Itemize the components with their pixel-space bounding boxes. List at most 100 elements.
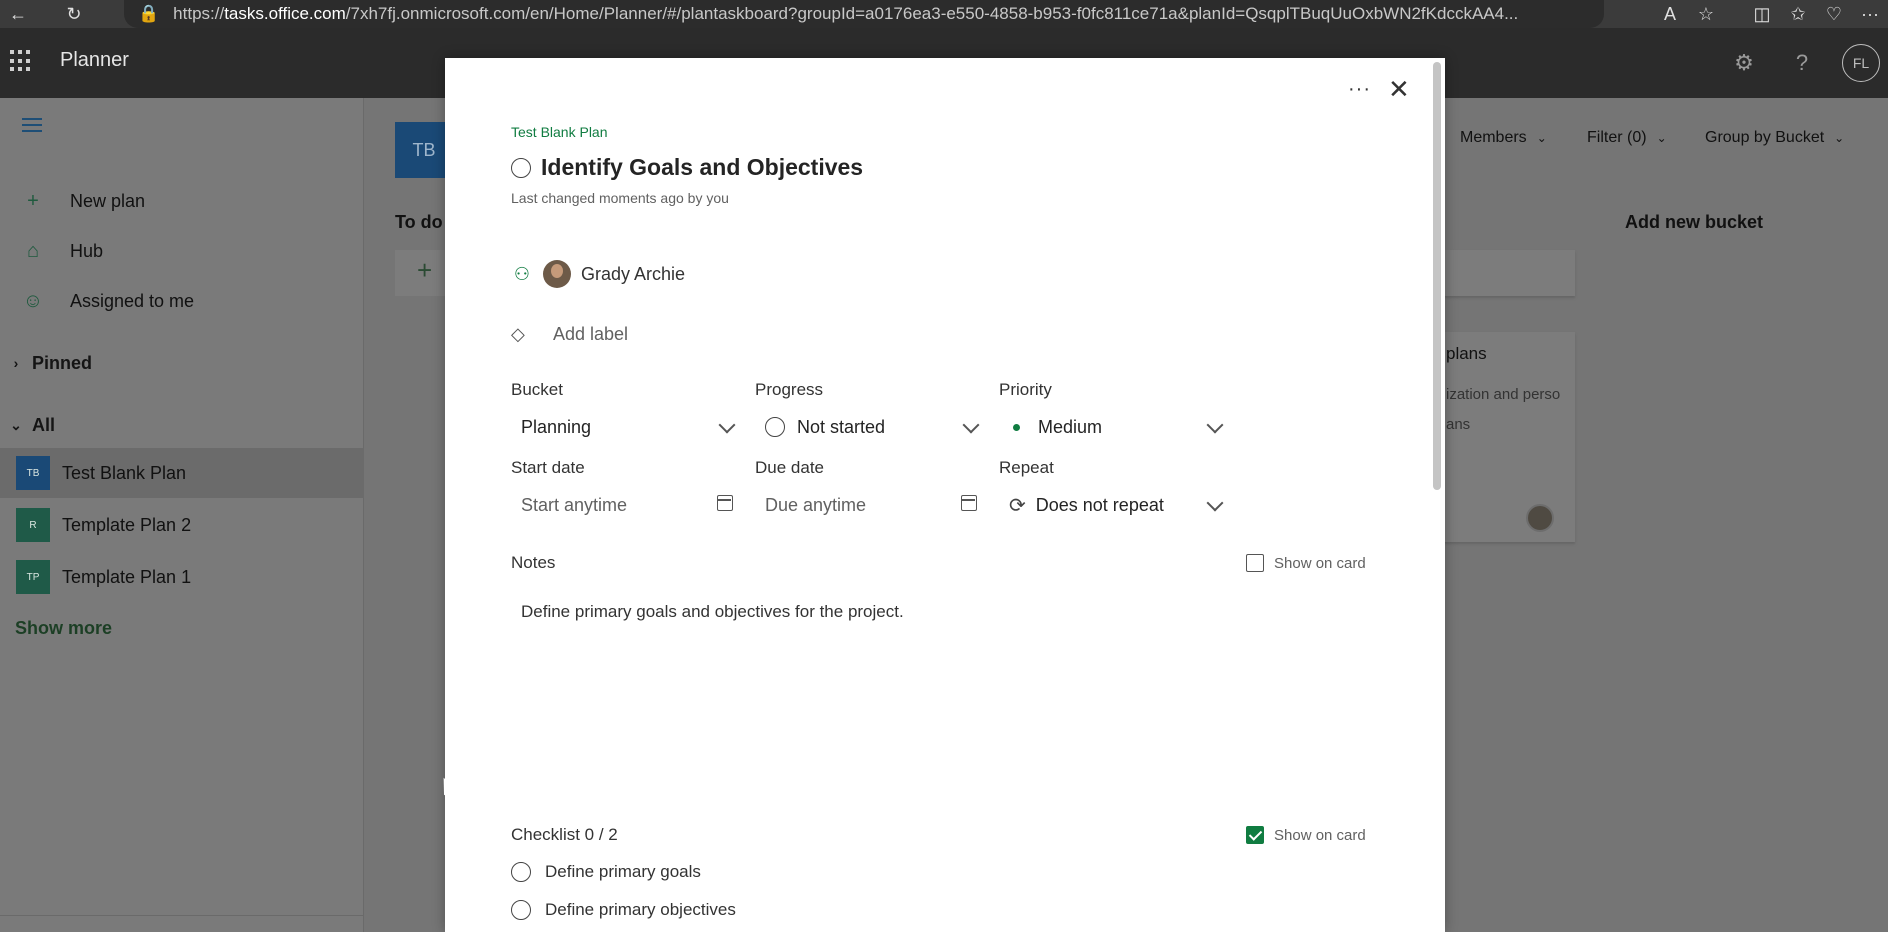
checklist-label: Checklist 0 / 2 bbox=[511, 825, 618, 844]
task-title-row: Identify Goals and Objectives bbox=[511, 154, 863, 181]
left-navigation: + New plan ⌂ Hub ☺ Assigned to me › Pinn… bbox=[0, 98, 364, 932]
nav-hub[interactable]: ⌂ Hub bbox=[22, 236, 103, 266]
hamburger-menu-icon[interactable] bbox=[22, 118, 42, 132]
app-launcher-icon[interactable] bbox=[10, 50, 32, 72]
checklist-show-on-card-toggle[interactable]: Show on card bbox=[1246, 826, 1366, 844]
browser-menu-icon[interactable]: ··· bbox=[1852, 0, 1888, 28]
start-date-placeholder: Start anytime bbox=[521, 494, 628, 515]
url-prefix: https:// bbox=[173, 4, 225, 23]
dialog-scrollbar[interactable] bbox=[1433, 62, 1441, 490]
due-date-placeholder: Due anytime bbox=[765, 494, 867, 515]
last-changed-text: Last changed moments ago by you bbox=[511, 190, 729, 206]
notes-textarea[interactable]: Define primary goals and objectives for … bbox=[521, 602, 904, 622]
filter-dropdown[interactable]: Filter (0) ⌄ bbox=[1587, 124, 1667, 152]
checklist-show-on-card-checkbox[interactable] bbox=[1246, 826, 1264, 844]
more-options-icon[interactable]: ··· bbox=[1348, 78, 1371, 101]
repeat-dropdown[interactable]: ⟳ Does not repeat bbox=[1009, 489, 1224, 521]
close-icon[interactable]: ✕ bbox=[1388, 76, 1410, 102]
nav-assigned-to-me[interactable]: ☺ Assigned to me bbox=[22, 286, 194, 316]
pinned-section-toggle[interactable]: › Pinned bbox=[0, 348, 92, 378]
notes-show-on-card-toggle[interactable]: Show on card bbox=[1246, 554, 1366, 572]
all-section-toggle[interactable]: ⌄ All bbox=[0, 410, 55, 440]
priority-value: Medium bbox=[1038, 416, 1103, 437]
refresh-icon[interactable]: ↻ bbox=[56, 0, 92, 28]
favorites-icon[interactable]: ✩ bbox=[1780, 0, 1816, 28]
assignees-row: ⚇ Grady Archie bbox=[511, 260, 685, 288]
user-avatar[interactable]: FL bbox=[1842, 44, 1880, 82]
task-card-notes-line: ization and perso bbox=[1446, 386, 1561, 403]
browser-toolbar: ← ↻ 🔒 https://tasks.office.com/7xh7fj.on… bbox=[0, 0, 1888, 28]
not-started-icon bbox=[765, 417, 785, 437]
home-icon: ⌂ bbox=[26, 239, 40, 262]
checklist-item[interactable]: Define primary goals bbox=[511, 862, 701, 882]
assignee-avatar[interactable] bbox=[543, 260, 571, 288]
bucket-title-to-do: To do bbox=[395, 212, 443, 232]
bucket-label: Bucket bbox=[511, 380, 563, 399]
help-icon[interactable]: ? bbox=[1784, 45, 1820, 81]
browser-essentials-icon[interactable]: ♡ bbox=[1816, 0, 1852, 28]
pinned-section-label: Pinned bbox=[32, 352, 93, 373]
read-aloud-icon[interactable]: A bbox=[1652, 0, 1688, 28]
show-more-link[interactable]: Show more bbox=[15, 618, 112, 639]
task-card-assignee-avatar bbox=[1526, 504, 1554, 532]
nav-new-plan[interactable]: + New plan bbox=[22, 186, 145, 216]
nav-assigned-label: Assigned to me bbox=[70, 290, 195, 311]
task-card-title: plans bbox=[1446, 344, 1487, 363]
task-card-notes-line: ans bbox=[1446, 416, 1471, 433]
plus-icon: + bbox=[27, 189, 39, 212]
assign-person-icon[interactable]: ⚇ bbox=[511, 263, 533, 285]
chevron-down-icon bbox=[1206, 494, 1224, 512]
tag-icon: ◇ bbox=[511, 324, 525, 344]
bucket-dropdown[interactable]: Planning bbox=[521, 411, 736, 443]
checklist-item-text[interactable]: Define primary objectives bbox=[545, 900, 736, 920]
plan-item-test-blank-plan[interactable]: TB Test Blank Plan bbox=[0, 448, 364, 498]
address-bar[interactable]: 🔒 https://tasks.office.com/7xh7fj.onmicr… bbox=[124, 0, 1604, 28]
back-icon[interactable]: ← bbox=[0, 0, 36, 28]
chevron-down-icon bbox=[718, 416, 736, 434]
checklist-item[interactable]: Define primary objectives bbox=[511, 900, 736, 920]
app-title[interactable]: Planner bbox=[60, 49, 129, 72]
add-label-button[interactable]: ◇ Add label bbox=[511, 324, 628, 345]
task-card-notes: ization and perso ans bbox=[1446, 380, 1574, 440]
add-new-bucket-button[interactable]: Add new bucket bbox=[1625, 212, 1763, 233]
add-task-bar bbox=[1444, 250, 1575, 296]
calendar-icon[interactable] bbox=[717, 495, 733, 511]
chevron-down-icon bbox=[1206, 416, 1224, 434]
bucket-value: Planning bbox=[521, 416, 592, 437]
due-date-field[interactable]: Due anytime bbox=[765, 489, 977, 521]
complete-task-checkbox[interactable] bbox=[511, 157, 531, 178]
plan-item-template-plan-2[interactable]: R Template Plan 2 bbox=[0, 500, 364, 550]
priority-label: Priority bbox=[999, 380, 1052, 399]
person-icon: ☺ bbox=[22, 289, 44, 312]
task-title[interactable]: Identify Goals and Objectives bbox=[541, 154, 863, 181]
plan-name: Test Blank Plan bbox=[62, 462, 187, 483]
checklist-item-text[interactable]: Define primary goals bbox=[545, 862, 701, 882]
chevron-down-icon: ⌄ bbox=[1656, 131, 1667, 145]
assignee-name[interactable]: Grady Archie bbox=[581, 264, 685, 285]
group-by-dropdown[interactable]: Group by Bucket ⌄ bbox=[1705, 124, 1844, 152]
priority-dropdown[interactable]: Medium bbox=[1009, 411, 1224, 443]
favorite-star-icon[interactable]: ☆ bbox=[1688, 0, 1724, 28]
add-label-text: Add label bbox=[553, 324, 629, 344]
url-host: tasks.office.com bbox=[224, 4, 346, 23]
group-by-label: Group by Bucket bbox=[1705, 129, 1825, 146]
checklist-item-checkbox[interactable] bbox=[511, 862, 531, 882]
plan-item-template-plan-1[interactable]: TP Template Plan 1 bbox=[0, 552, 364, 602]
chevron-down-icon: ⌄ bbox=[1536, 131, 1547, 145]
checklist-item-checkbox[interactable] bbox=[511, 900, 531, 920]
calendar-icon[interactable] bbox=[961, 495, 977, 511]
chevron-down-icon: ⌄ bbox=[10, 416, 22, 433]
due-date-label: Due date bbox=[755, 458, 824, 477]
start-date-field[interactable]: Start anytime bbox=[521, 489, 733, 521]
split-screen-icon[interactable]: ◫ bbox=[1744, 0, 1780, 28]
progress-value: Not started bbox=[797, 416, 886, 437]
checklist-show-on-card-label: Show on card bbox=[1274, 826, 1366, 844]
chevron-down-icon bbox=[962, 416, 980, 434]
members-dropdown[interactable]: Members ⌄ bbox=[1460, 124, 1547, 152]
plan-tile: TP bbox=[16, 560, 50, 594]
progress-dropdown[interactable]: Not started bbox=[765, 411, 980, 443]
notes-show-on-card-checkbox[interactable] bbox=[1246, 554, 1264, 572]
task-details-dialog: ··· ✕ Test Blank Plan Identify Goals and… bbox=[445, 58, 1445, 932]
filter-label: Filter (0) bbox=[1587, 129, 1647, 146]
settings-gear-icon[interactable]: ⚙ bbox=[1726, 45, 1762, 81]
